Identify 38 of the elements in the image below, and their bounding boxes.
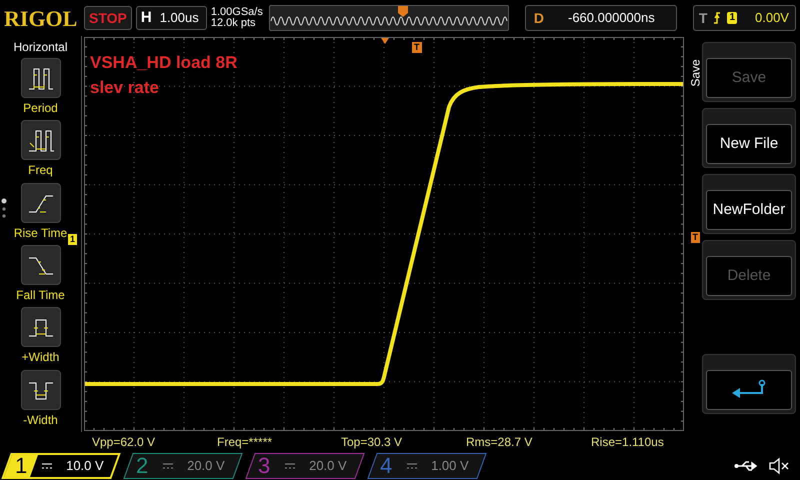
menu-title: Horizontal [13,39,68,56]
measurement-value: Freq=***** [217,434,274,451]
measure-label: Rise Time [14,226,68,240]
measurement-value: Rise=1.110us [591,434,665,451]
timebase-value: 1.00us [158,9,199,28]
annotation-text: slev rate [90,77,160,99]
softkey-button[interactable]: NewFolder [706,190,792,230]
run-status: STOP [84,6,132,30]
channel-tab[interactable]: 2 20.0 V [123,453,243,479]
sample-rate: 1.00GSa/s [210,7,264,18]
timebase-label: H [140,8,153,28]
timebase-box[interactable]: H 1.00us [136,6,207,30]
measure-label: -Width [23,412,58,427]
annotation-text: VSHA_HD load 8R [90,52,238,74]
channel-marker: 1 [68,234,78,245]
trigger-position-marker: T [412,42,422,53]
measure-label: Fall Time [16,288,65,302]
measurement-value: Vpp=62.0 V [92,434,156,451]
trigger-level: 0.00V [755,9,789,28]
trigger-level-marker: T [690,232,700,243]
menu-title: Save [688,59,704,87]
trigger-source: 1 [727,12,737,24]
measure-label: Period [23,101,58,115]
measurement-value: Top=30.3 V [341,434,404,451]
delay-label: D [532,8,545,28]
delay-value: -660.000000ns [567,9,655,28]
memory-depth: 12.0k pts [210,18,257,29]
measure-label: Freq [28,163,53,178]
brand-logo: RIGOL [4,4,78,32]
channel-tab[interactable]: 3 20.0 V [245,453,365,479]
measurement-value: Rms=28.7 V [466,434,534,451]
trigger-label: T [698,8,708,28]
trigger-box[interactable]: T 1 0.00V [692,5,796,31]
measure-label: +Width [22,350,60,364]
delay-box[interactable]: D -660.000000ns [524,5,677,31]
channel-tab[interactable]: 1 10.0 V [1,453,121,479]
channel-tab[interactable]: 4 1.00 V [367,453,487,479]
softkey-button[interactable]: New File [706,124,792,164]
